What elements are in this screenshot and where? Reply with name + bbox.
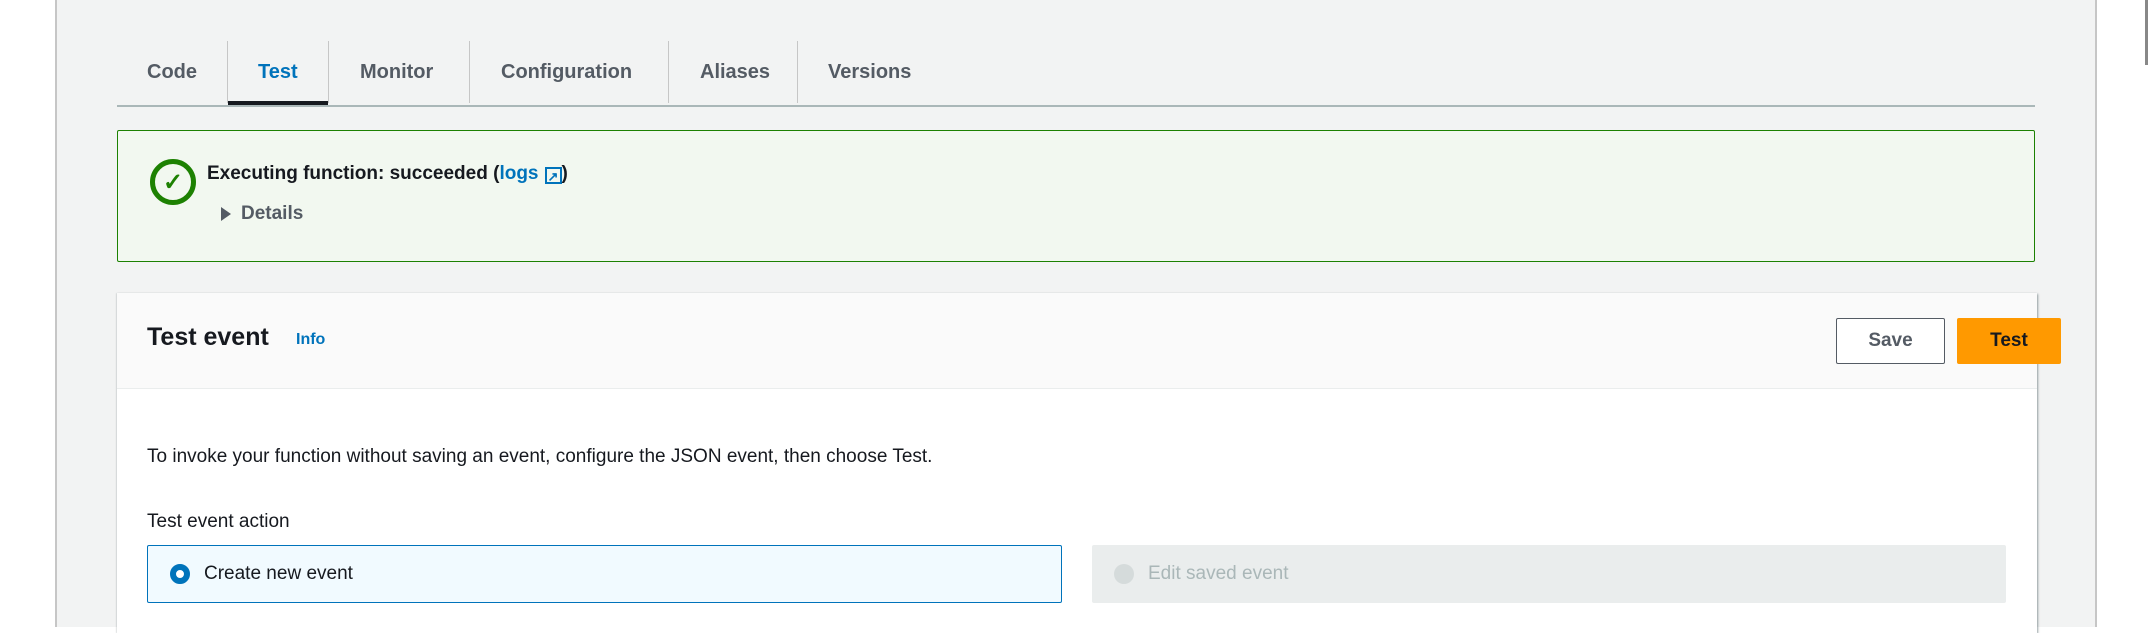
radio-create-new-event[interactable]: Create new event [147, 545, 1062, 603]
alert-message: Executing function: succeeded [207, 163, 488, 184]
alert-title: Executing function: succeeded (logs ↗) [207, 163, 568, 185]
tab-versions[interactable]: Versions [828, 41, 911, 103]
test-button[interactable]: Test [1957, 318, 2061, 364]
success-alert: ✓ Executing function: succeeded (logs ↗) … [117, 130, 2035, 262]
radio-selected-icon [170, 564, 190, 584]
description: To invoke your function without saving a… [147, 446, 933, 467]
details-label: Details [241, 203, 304, 224]
radio-label: Edit saved event [1148, 563, 1289, 584]
test-event-panel: Test event Info Save Test To invoke your… [117, 293, 2061, 633]
logs-link-label: logs [499, 163, 539, 184]
test-event-action-label: Test event action [147, 511, 290, 532]
check-circle-icon: ✓ [150, 159, 196, 205]
tab-monitor[interactable]: Monitor [360, 41, 433, 103]
tab-test[interactable]: Test [228, 41, 328, 105]
tab-divider [469, 41, 470, 103]
main-content: Code Test Monitor Configuration Aliases … [55, 0, 2097, 633]
details-expander[interactable]: Details [221, 203, 303, 225]
panel-title: Test event [147, 323, 269, 351]
tab-divider [227, 41, 228, 103]
tab-configuration[interactable]: Configuration [501, 41, 632, 103]
tab-bar: Code Test Monitor Configuration Aliases … [117, 41, 2035, 107]
external-link-icon: ↗ [544, 167, 562, 184]
paren: ) [561, 163, 568, 184]
tab-aliases[interactable]: Aliases [700, 41, 770, 103]
tab-code[interactable]: Code [147, 41, 197, 103]
logs-link[interactable]: logs ↗ [499, 163, 562, 184]
info-link[interactable]: Info [296, 331, 325, 349]
tab-divider [328, 41, 329, 103]
radio-disabled-icon [1114, 564, 1134, 584]
panel-header: Test event Info Save Test [117, 293, 2061, 389]
tab-divider [797, 41, 798, 103]
caret-right-icon [221, 207, 231, 221]
radio-label: Create new event [204, 563, 353, 584]
save-button[interactable]: Save [1836, 318, 1945, 364]
radio-edit-saved-event[interactable]: Edit saved event [1092, 545, 2006, 603]
tab-divider [668, 41, 669, 103]
